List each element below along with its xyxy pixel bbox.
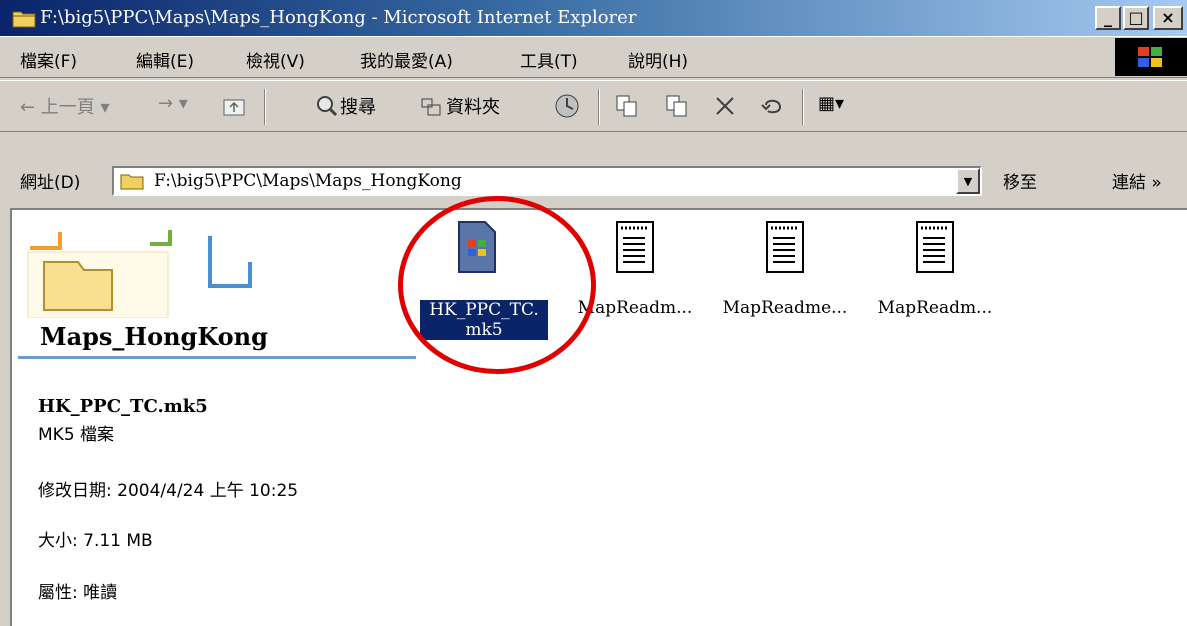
- menu-file[interactable]: 檔案(F): [20, 47, 77, 72]
- close-button[interactable]: ×: [1153, 6, 1183, 30]
- history-icon[interactable]: [554, 93, 580, 119]
- links-button[interactable]: 連結 »: [1112, 168, 1162, 193]
- menu-help[interactable]: 說明(H): [628, 47, 688, 72]
- text-document-icon: [766, 221, 804, 273]
- ie-throbber: [1115, 38, 1187, 76]
- title-bar[interactable]: F:\big5\PPC\Maps\Maps_HongKong - Microso…: [0, 0, 1187, 36]
- search-icon: [317, 96, 338, 117]
- selected-file-type: MK5 檔案: [38, 425, 115, 445]
- text-document-icon: [616, 221, 654, 273]
- maximize-button[interactable]: □: [1123, 6, 1149, 30]
- folder-title: Maps_HongKong: [40, 322, 268, 351]
- text-document-icon: [916, 221, 954, 273]
- address-label: 網址(D): [20, 173, 81, 193]
- views-button[interactable]: ▦▾: [818, 93, 844, 114]
- window-title: F:\big5\PPC\Maps\Maps_HongKong - Microso…: [40, 7, 637, 28]
- explorer-window: F:\big5\PPC\Maps\Maps_HongKong - Microso…: [0, 0, 1187, 626]
- selected-file-size: 大小: 7.11 MB: [38, 531, 153, 551]
- folder-content-pane: Maps_HongKong HK_PPC_TC.mk5 MK5 檔案 修改日期:…: [10, 208, 1187, 626]
- back-button[interactable]: ← 上一頁 ▾: [20, 93, 110, 119]
- file-label: MapReadme...: [722, 298, 848, 318]
- menu-favorites[interactable]: 我的最愛(A): [360, 47, 453, 72]
- file-item-mapreadme-2[interactable]: MapReadme...: [710, 220, 860, 350]
- highlight-circle: [398, 196, 596, 374]
- delete-icon[interactable]: [714, 95, 736, 117]
- toolbar-separator: [802, 89, 804, 125]
- undo-icon[interactable]: [760, 95, 784, 117]
- menu-edit[interactable]: 編輯(E): [136, 47, 194, 72]
- address-value: F:\big5\PPC\Maps\Maps_HongKong: [154, 171, 462, 191]
- selected-file-attributes: 屬性: 唯讀: [38, 583, 118, 603]
- folder-banner-icon: [27, 230, 252, 318]
- toolbar-separator: [264, 89, 266, 125]
- file-label: MapReadm...: [877, 298, 993, 318]
- address-dropdown-button[interactable]: ▼: [956, 168, 980, 194]
- move-to-icon[interactable]: [614, 93, 640, 119]
- menu-bar: 檔案(F) 編輯(E) 檢視(V) 我的最愛(A) 工具(T) 說明(H): [0, 36, 1187, 78]
- folders-button[interactable]: 資料夾: [446, 93, 500, 119]
- selected-file-modified: 修改日期: 2004/4/24 上午 10:25: [38, 481, 299, 501]
- folder-title-divider: [18, 356, 416, 359]
- toolbar-separator: [598, 89, 600, 125]
- copy-to-icon[interactable]: [664, 93, 690, 119]
- folders-icon: [421, 98, 441, 116]
- menu-tools[interactable]: 工具(T): [520, 47, 578, 72]
- file-item-mapreadme-3[interactable]: MapReadm...: [860, 220, 1010, 350]
- folder-icon: [12, 11, 36, 28]
- search-button[interactable]: 搜尋: [340, 93, 376, 119]
- go-button[interactable]: 移至: [1003, 168, 1037, 193]
- windows-logo-icon: [1138, 47, 1162, 67]
- address-field[interactable]: F:\big5\PPC\Maps\Maps_HongKong ▼: [112, 166, 982, 196]
- folder-icon: [120, 174, 144, 190]
- selected-file-name: HK_PPC_TC.mk5: [38, 396, 208, 417]
- forward-button[interactable]: → ▾: [158, 93, 188, 114]
- minimize-button[interactable]: _: [1095, 6, 1121, 30]
- menu-view[interactable]: 檢視(V): [246, 47, 305, 72]
- up-folder-icon[interactable]: [222, 95, 246, 117]
- standard-toolbar: ← 上一頁 ▾ → ▾ 搜尋 資料夾 ▦▾: [0, 80, 1187, 132]
